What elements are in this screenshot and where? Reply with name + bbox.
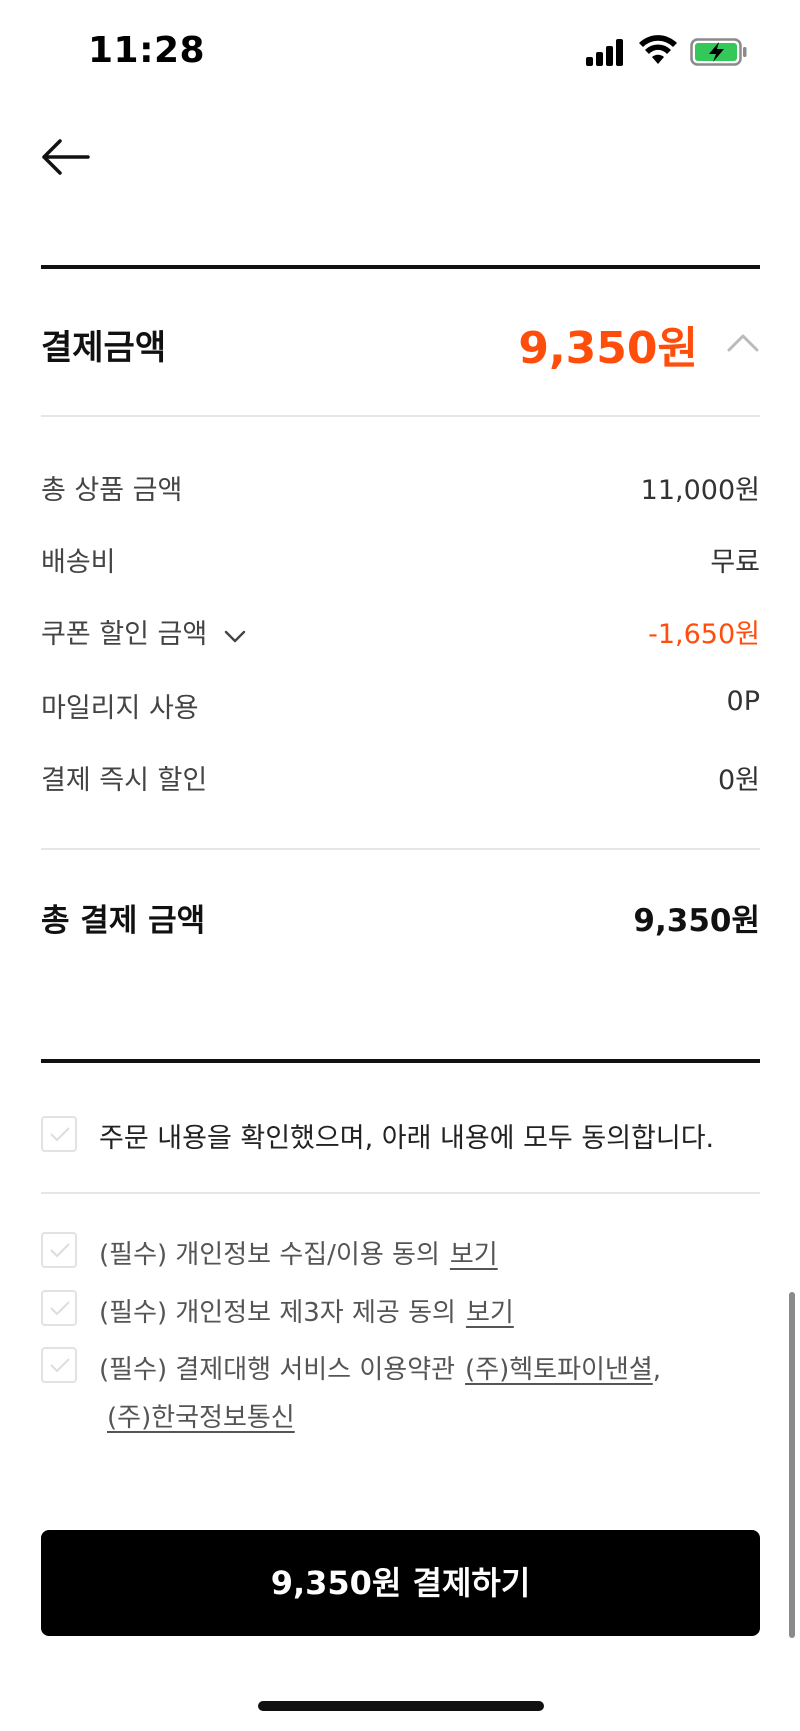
check-icon <box>50 1301 70 1316</box>
pay-button[interactable]: 9,350원 결제하기 <box>41 1530 760 1636</box>
term-label: (필수) 개인정보 수집/이용 동의 <box>99 1240 440 1270</box>
row-product-total: 총 상품 금액 11,000원 <box>41 464 760 508</box>
term-text: (필수) 결제대행 서비스 이용약관 (주)헥토파이낸셜, <box>99 1349 661 1386</box>
row-instant-discount: 결제 즉시 할인 0원 <box>41 754 760 798</box>
row-value: -1,650원 <box>648 619 760 650</box>
term-item: (필수) 개인정보 수집/이용 동의 보기 <box>41 1232 760 1276</box>
status-bar: 11:28 <box>0 0 800 100</box>
cellular-signal-icon <box>586 38 626 66</box>
section-divider <box>41 265 760 269</box>
check-icon <box>50 1358 70 1373</box>
row-coupon-discount: 쿠폰 할인 금액 -1,650원 <box>41 608 760 652</box>
agree-all-checkbox[interactable] <box>41 1116 77 1152</box>
section-divider <box>41 1059 760 1063</box>
kicc-terms-link[interactable]: (주)한국정보통신 <box>107 1397 295 1434</box>
term-item: (필수) 개인정보 제3자 제공 동의 보기 <box>41 1290 760 1334</box>
wifi-icon <box>639 35 677 64</box>
summary-title: 결제금액 <box>41 328 167 368</box>
row-mileage: 마일리지 사용 0P <box>41 682 760 726</box>
row-label: 마일리지 사용 <box>41 693 199 724</box>
agree-all-label: 주문 내용을 확인했으며, 아래 내용에 모두 동의합니다. <box>99 1123 715 1154</box>
view-terms-link[interactable]: 보기 <box>450 1240 498 1270</box>
row-label: 총 상품 금액 <box>41 475 183 506</box>
term-label: (필수) 결제대행 서비스 이용약관 <box>99 1355 456 1385</box>
term-checkbox[interactable] <box>41 1290 77 1326</box>
view-terms-link[interactable]: 보기 <box>466 1298 514 1328</box>
summary-amount: 9,350원 <box>518 323 698 374</box>
row-shipping: 배송비 무료 <box>41 536 760 580</box>
term-checkbox[interactable] <box>41 1347 77 1383</box>
row-label: 배송비 <box>41 547 116 578</box>
term-checkbox[interactable] <box>41 1232 77 1268</box>
home-indicator[interactable] <box>258 1701 544 1711</box>
total-payment-row: 총 결제 금액 9,350원 <box>41 893 760 943</box>
row-value: 0원 <box>717 765 760 796</box>
chevron-down-icon[interactable] <box>224 628 246 644</box>
coupon-discount-toggle[interactable]: 쿠폰 할인 금액 <box>41 612 246 651</box>
divider <box>41 1192 760 1194</box>
status-time: 11:28 <box>88 30 206 71</box>
payment-summary-toggle[interactable]: 결제금액 9,350원 <box>41 300 760 390</box>
term-label: (필수) 개인정보 제3자 제공 동의 <box>99 1298 456 1328</box>
battery-charging-icon <box>690 38 747 66</box>
separator: , <box>652 1355 662 1385</box>
check-icon <box>50 1127 70 1142</box>
agree-all-row: 주문 내용을 확인했으며, 아래 내용에 모두 동의합니다. <box>41 1113 760 1163</box>
divider <box>41 415 760 417</box>
row-label: 쿠폰 할인 금액 <box>41 619 208 650</box>
check-icon <box>50 1243 70 1258</box>
total-label: 총 결제 금액 <box>41 903 206 939</box>
scrollbar[interactable] <box>789 1292 795 1638</box>
row-label: 결제 즉시 할인 <box>41 765 208 796</box>
row-value: 무료 <box>710 547 760 578</box>
row-value: 0P <box>726 686 760 717</box>
divider <box>41 848 760 850</box>
chevron-up-icon[interactable] <box>726 330 760 354</box>
term-text: (필수) 개인정보 제3자 제공 동의 보기 <box>99 1292 514 1329</box>
term-item: (필수) 결제대행 서비스 이용약관 (주)헥토파이낸셜, (주)한국정보통신 <box>41 1347 760 1447</box>
row-value: 11,000원 <box>640 475 760 506</box>
payment-page: 11:28 결제금액 9,350원 총 상품 금액 11,000원 배송비 무료… <box>0 0 800 1731</box>
arrow-left-icon[interactable] <box>40 132 92 182</box>
total-value: 9,350원 <box>633 903 760 939</box>
hecto-financial-terms-link[interactable]: (주)헥토파이낸셜 <box>465 1355 653 1385</box>
term-text: (필수) 개인정보 수집/이용 동의 보기 <box>99 1234 498 1271</box>
